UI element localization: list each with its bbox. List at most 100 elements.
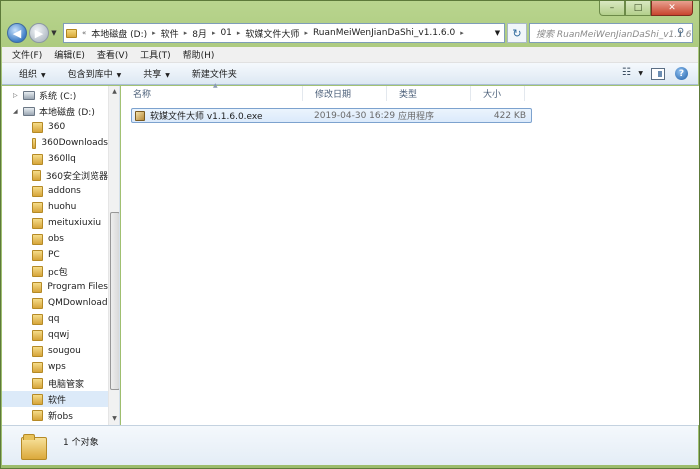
nav-item-folder[interactable]: pc包 xyxy=(2,263,108,279)
nav-item-folder[interactable]: 360安全浏览器 xyxy=(2,167,108,183)
refresh-button[interactable]: ↻ xyxy=(507,23,527,43)
folder-icon xyxy=(32,153,43,165)
address-bar[interactable]: « 本地磁盘 (D:) ▸ 软件 ▸ 8月 ▸ 01 ▸ 软媒文件大师 ▸ RuanMei… xyxy=(63,23,505,43)
nav-scrollbar[interactable]: ▲ ▼ xyxy=(108,86,119,425)
nav-item-folder[interactable]: qqwj xyxy=(2,327,108,343)
nav-item-label: Program Files xyxy=(47,282,108,292)
chevron-down-icon: ▼ xyxy=(116,72,122,79)
forward-button[interactable]: ▶ xyxy=(29,23,49,43)
search-input[interactable]: 搜索 RuanMeiWenJianDaShi_v1.1.6.0 ⚲ xyxy=(529,23,693,43)
nav-item-folder[interactable]: 360Downloads xyxy=(2,135,108,151)
nav-item-folder[interactable]: QMDownload xyxy=(2,295,108,311)
breadcrumb-item[interactable]: RuanMeiWenJianDaShi_v1.1.6.0 xyxy=(313,28,455,38)
new-folder-button[interactable]: 新建文件夹 xyxy=(192,67,237,80)
breadcrumb-separator-icon[interactable]: ▸ xyxy=(184,29,188,37)
column-header-row: 名称 ▲ 修改日期 类型 大小 xyxy=(121,82,525,101)
scroll-up-icon[interactable]: ▲ xyxy=(109,86,119,98)
scroll-thumb[interactable] xyxy=(110,212,119,390)
nav-item-folder[interactable]: PC xyxy=(2,247,108,263)
address-history-dropdown[interactable]: ▼ xyxy=(490,24,504,42)
nav-item-label: obs xyxy=(48,234,64,244)
nav-item-label: 360llq xyxy=(48,154,76,164)
nav-item-label: addons xyxy=(48,186,81,196)
file-row[interactable]: 软媒文件大师 v1.1.6.0.exe 2019-04-30 16:29 应用程… xyxy=(131,108,532,123)
nav-item-folder[interactable]: 新obs xyxy=(2,407,108,423)
column-header-label: 修改日期 xyxy=(315,90,352,100)
file-type: 应用程序 xyxy=(398,112,435,122)
nav-item-folder-selected[interactable]: 软件 xyxy=(2,391,108,407)
view-options-dropdown[interactable]: ▼ xyxy=(638,70,643,77)
minimize-button[interactable]: – xyxy=(599,1,625,16)
change-view-icon[interactable]: ☷ xyxy=(616,67,636,80)
nav-item-folder[interactable]: qq xyxy=(2,311,108,327)
column-header-type[interactable]: 类型 xyxy=(387,86,471,101)
breadcrumb-separator-icon[interactable]: ▸ xyxy=(304,29,308,37)
view-controls: ☷ ▼ ? xyxy=(616,67,688,80)
nav-item-folder[interactable]: addons xyxy=(2,183,108,199)
menu-tools[interactable]: 工具(T) xyxy=(140,48,171,61)
nav-item-folder[interactable]: obs xyxy=(2,231,108,247)
column-header-name[interactable]: 名称 ▲ xyxy=(121,82,303,101)
column-header-modified[interactable]: 修改日期 xyxy=(303,86,387,101)
nav-item-drive-c[interactable]: ▷ 系统 (C:) xyxy=(2,87,108,103)
application-icon xyxy=(135,110,145,121)
nav-item-folder[interactable]: 360 xyxy=(2,119,108,135)
help-icon[interactable]: ? xyxy=(675,67,688,80)
breadcrumb-item[interactable]: 本地磁盘 (D:) xyxy=(91,27,147,40)
nav-item-folder[interactable]: wps xyxy=(2,359,108,375)
nav-item-folder[interactable]: sougou xyxy=(2,343,108,359)
folder-icon xyxy=(66,28,77,38)
folder-icon xyxy=(32,377,43,389)
folder-icon xyxy=(32,169,41,181)
folder-icon xyxy=(32,137,37,149)
nav-item-folder[interactable]: 电脑管家 xyxy=(2,375,108,391)
breadcrumb-separator-icon[interactable]: ▸ xyxy=(152,29,156,37)
nav-item-label: 电脑管家 xyxy=(48,379,85,390)
refresh-icon: ↻ xyxy=(512,26,522,40)
nav-item-label: 360Downloads xyxy=(41,138,108,148)
scroll-down-icon[interactable]: ▼ xyxy=(109,413,119,425)
breadcrumb-item[interactable]: 8月 xyxy=(192,27,207,40)
nav-item-drive-d[interactable]: ◢ 本地磁盘 (D:) xyxy=(2,103,108,119)
nav-item-label: huohu xyxy=(48,202,77,212)
folder-icon xyxy=(32,313,43,325)
recent-pages-dropdown[interactable]: ▼ xyxy=(49,29,59,37)
breadcrumb-item[interactable]: 软件 xyxy=(161,27,179,40)
nav-item-folder[interactable]: 360llq xyxy=(2,151,108,167)
breadcrumb-overflow[interactable]: « xyxy=(82,29,86,37)
breadcrumb-separator-icon[interactable]: ▸ xyxy=(237,29,241,37)
menu-file[interactable]: 文件(F) xyxy=(12,48,42,61)
breadcrumb-item[interactable]: 01 xyxy=(220,28,231,38)
folder-icon xyxy=(32,361,43,373)
organize-button[interactable]: 组织 ▼ xyxy=(19,67,46,80)
breadcrumb-item[interactable]: 软媒文件大师 xyxy=(245,27,299,40)
preview-pane-icon[interactable] xyxy=(651,67,665,80)
menu-bar: 文件(F) 编辑(E) 查看(V) 工具(T) 帮助(H) xyxy=(2,47,698,63)
folder-icon xyxy=(32,185,43,197)
menu-edit[interactable]: 编辑(E) xyxy=(54,48,85,61)
nav-item-folder[interactable]: huohu xyxy=(2,199,108,215)
menu-view[interactable]: 查看(V) xyxy=(97,48,128,61)
search-icon[interactable]: ⚲ xyxy=(677,27,689,39)
nav-item-label: 系统 (C:) xyxy=(39,91,77,102)
share-label: 共享 xyxy=(143,70,162,80)
include-library-button[interactable]: 包含到库中 ▼ xyxy=(68,67,122,80)
menu-help[interactable]: 帮助(H) xyxy=(183,48,215,61)
folder-icon xyxy=(21,433,47,460)
column-header-size[interactable]: 大小 xyxy=(471,86,525,101)
breadcrumb-separator-icon[interactable]: ▸ xyxy=(212,29,216,37)
status-bar: 1 个对象 xyxy=(2,425,698,465)
close-button[interactable]: ✕ xyxy=(651,1,693,16)
expand-arrow-icon[interactable]: ▷ xyxy=(13,92,23,99)
nav-item-label: 新obs xyxy=(48,411,73,422)
folder-icon xyxy=(32,345,43,357)
share-button[interactable]: 共享 ▼ xyxy=(143,67,170,80)
breadcrumb-separator-icon[interactable]: ▸ xyxy=(460,29,464,37)
back-button[interactable]: ◀ xyxy=(7,23,27,43)
collapse-arrow-icon[interactable]: ◢ xyxy=(13,108,23,115)
item-count: 1 个对象 xyxy=(63,438,99,448)
nav-item-folder[interactable]: Program Files xyxy=(2,279,108,295)
maximize-button[interactable]: □ xyxy=(625,1,651,16)
sort-ascending-icon: ▲ xyxy=(213,82,218,89)
nav-item-folder[interactable]: meituxiuxiu xyxy=(2,215,108,231)
